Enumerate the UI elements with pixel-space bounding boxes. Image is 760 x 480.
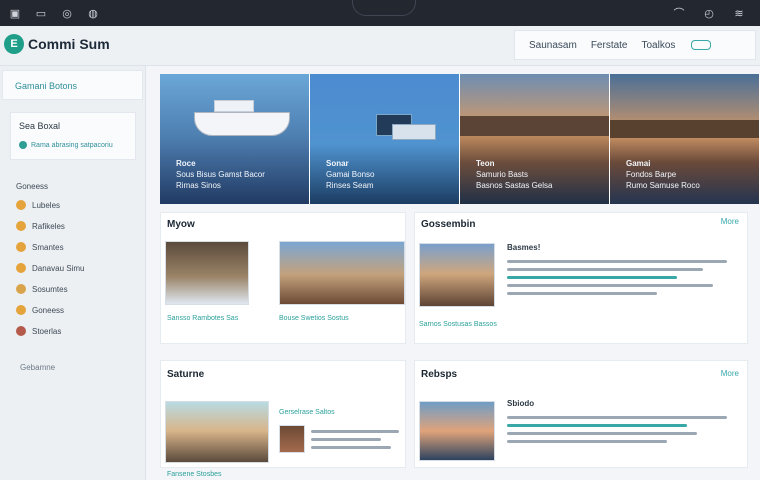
ship-upper-deck (214, 100, 254, 112)
hero-caption-4: Gamai Fondos Barpe Rumo Samuse Roco (626, 158, 700, 191)
section-myow-caption-1: Sansso Rambotes Sas (167, 315, 239, 322)
section-saturne: Saturne Gerselrase Saltos Fansene Stosbe… (160, 360, 406, 478)
logo-text: Commi Sum (28, 36, 110, 52)
hero-line-2a: Gamai Bonso (326, 170, 375, 179)
sidebar-item-7[interactable]: Stoerlas (16, 324, 84, 338)
sidebar-card-1-title: Gamani Botons (15, 81, 78, 91)
hero-title-1: Roce (176, 159, 196, 168)
ship-image (194, 112, 290, 136)
sidebar: Gamani Botons Sea Boxal Rama abrasing sa… (0, 66, 146, 480)
settings-icon[interactable]: ◍ (86, 6, 100, 20)
hero-title-3: Teon (476, 159, 495, 168)
window-icon[interactable]: ▣ (8, 6, 22, 20)
hero-title-4: Gamai (626, 159, 651, 168)
sidebar-item-3[interactable]: Smantes (16, 240, 84, 254)
section-rebsps-title: Rebsps (421, 369, 458, 380)
section-rebsps-more-link[interactable]: More (721, 369, 739, 378)
category-icon (16, 284, 26, 294)
hero-line-2b: Rinses Seam (326, 181, 374, 190)
nav-link-2[interactable]: Ferstate (591, 40, 628, 51)
category-icon (16, 305, 26, 315)
top-navigation: Saunasam Ferstate Toalkos (514, 30, 756, 60)
section-myow: Myow Sansso Rambotes Sas Bouse Swetios S… (160, 212, 406, 344)
hero-line-3a: Samurio Basts (476, 170, 529, 179)
category-icon (16, 263, 26, 273)
section-rebsps: Rebsps More Sbiodo (414, 360, 748, 468)
hero-caption-1: Roce Sous Bisus Gamst Bacor Rimas Sinos (176, 158, 265, 191)
hero-caption-3: Teon Samurio Basts Basnos Sastas Gelsa (476, 158, 552, 191)
category-icon (16, 242, 26, 252)
sidebar-card-1[interactable]: Gamani Botons (2, 70, 143, 100)
bookmark-icon[interactable]: ⌒ (672, 6, 686, 20)
harbor-image (610, 120, 759, 138)
section-myow-title: Myow (167, 219, 195, 230)
sidebar-card-2-title: Sea Boxal (19, 121, 61, 131)
section-gossembin-headline: Basmes! (507, 243, 541, 252)
street-image[interactable] (279, 241, 405, 305)
logo-badge: E (4, 34, 24, 54)
hero-panel-4[interactable]: Gamai Fondos Barpe Rumo Samuse Roco (610, 74, 760, 204)
section-saturne-title: Saturne (167, 369, 205, 380)
hero-banner: Roce Sous Bisus Gamst Bacor Rimas Sinos … (160, 74, 760, 204)
section-gossembin-lines (507, 255, 743, 300)
sidebar-item-6[interactable]: Goneess (16, 303, 84, 317)
sidebar-item-1[interactable]: Lubeles (16, 198, 84, 212)
category-icon (16, 200, 26, 210)
hero-panel-3[interactable]: Teon Samurio Basts Basnos Sastas Gelsa (460, 74, 610, 204)
library-image[interactable] (165, 241, 249, 305)
section-rebsps-headline: Sbiodo (507, 399, 535, 408)
top-bar: ▣ ▭ ◎ ◍ ⌒ ◴ ≋ (0, 0, 760, 26)
section-saturne-card-headline: Gerselrase Saltos (279, 409, 335, 416)
logo[interactable]: E Commi Sum (4, 34, 110, 54)
category-icon (16, 221, 26, 231)
menu-icon[interactable]: ≋ (732, 6, 746, 20)
hero-title-2: Sonar (326, 159, 349, 168)
history-icon[interactable]: ◴ (702, 6, 716, 20)
sidebar-card-2-subtitle: Rama abrasing satpacoriu (31, 141, 113, 149)
section-gossembin-title: Gossembin (421, 219, 476, 230)
nav-link-3[interactable]: Toalkos (642, 40, 676, 51)
hero-caption-2: Sonar Gamai Bonso Rinses Seam (326, 158, 374, 191)
sunset-road-image[interactable] (165, 401, 269, 463)
hero-line-1b: Rimas Sinos (176, 181, 221, 190)
section-gossembin-more-link[interactable]: More (721, 217, 739, 226)
nav-toggle-button[interactable] (691, 40, 712, 50)
topbar-right-icons: ⌒ ◴ ≋ (672, 6, 746, 21)
topbar-left-icons: ▣ ▭ ◎ ◍ (8, 6, 100, 20)
hero-panel-2[interactable]: Sonar Gamai Bonso Rinses Seam (310, 74, 460, 204)
teal-dot-icon (19, 141, 27, 149)
sidebar-card-2[interactable]: Sea Boxal Rama abrasing satpacoriu (10, 112, 136, 160)
sidebar-item-2[interactable]: Rafikeles (16, 219, 84, 233)
folder-icon[interactable]: ▭ (34, 6, 48, 20)
hero-line-1a: Sous Bisus Gamst Bacor (176, 170, 265, 179)
sidebar-footer-link[interactable]: Gebamne (20, 363, 55, 372)
section-rebsps-lines (507, 411, 743, 448)
section-gossembin-caption: Sarnos Sostusas Bassos (419, 321, 497, 328)
hero-line-3b: Basnos Sastas Gelsa (476, 181, 553, 190)
hero-panel-1[interactable]: Roce Sous Bisus Gamst Bacor Rimas Sinos (160, 74, 310, 204)
window-notch (352, 0, 416, 16)
section-saturne-lines (311, 425, 399, 454)
section-gossembin: Gossembin More Basmes! Sarnos Sostusas B… (414, 212, 748, 344)
sidebar-item-5[interactable]: Sosumtes (16, 282, 84, 296)
sidebar-list: Lubeles Rafikeles Smantes Danavau Simu S… (16, 198, 84, 338)
harbor-sunset-image[interactable] (419, 401, 495, 461)
pier-image (460, 116, 609, 136)
hero-line-4b: Rumo Samuse Roco (626, 181, 700, 190)
person-image[interactable] (279, 425, 305, 453)
section-saturne-caption: Fansene Stosbes (167, 471, 222, 478)
sidebar-group-title: Goneess (16, 182, 49, 191)
ferry-image (392, 124, 436, 140)
category-icon (16, 326, 26, 336)
refresh-icon[interactable]: ◎ (60, 6, 74, 20)
coast-image[interactable] (419, 243, 495, 307)
sidebar-item-4[interactable]: Danavau Simu (16, 261, 84, 275)
hero-line-4a: Fondos Barpe (626, 170, 677, 179)
section-myow-caption-2: Bouse Swetios Sostus (279, 315, 349, 322)
nav-link-1[interactable]: Saunasam (529, 40, 577, 51)
